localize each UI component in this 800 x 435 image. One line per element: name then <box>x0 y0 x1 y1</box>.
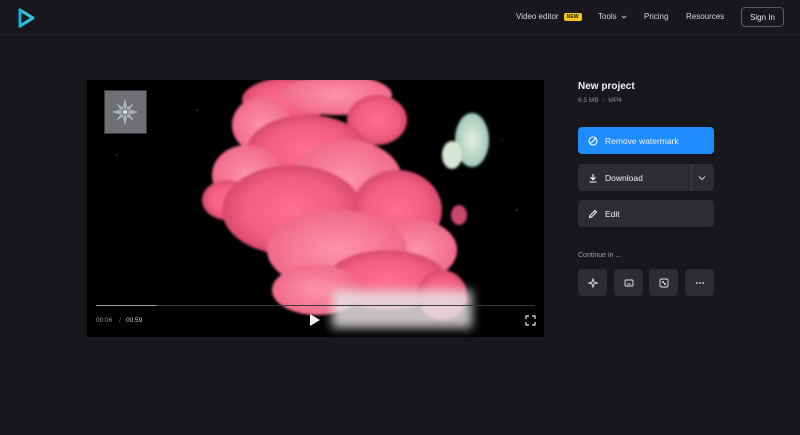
play-logo-icon[interactable] <box>16 8 36 28</box>
subtitles-icon <box>624 279 633 286</box>
pencil-icon <box>588 209 598 218</box>
progress-bar[interactable] <box>96 305 535 306</box>
nav-pricing[interactable]: Pricing <box>644 12 668 21</box>
video-frame <box>87 80 544 337</box>
nav-video-editor[interactable]: Video editor NEW <box>516 12 582 21</box>
chevron-down-icon[interactable] <box>698 174 706 182</box>
download-icon <box>589 173 597 183</box>
sign-in-button[interactable]: Sign In <box>741 7 784 27</box>
project-title: New project <box>578 81 635 92</box>
watermark-thumbnail <box>104 90 147 134</box>
project-meta: 6.5 MB / MP4 <box>578 97 622 104</box>
play-icon[interactable] <box>309 313 321 327</box>
continue-tool-subtitles[interactable] <box>614 269 643 296</box>
download-label: Download <box>605 172 643 183</box>
nav-resources-label: Resources <box>686 12 725 21</box>
more-icon <box>695 281 704 284</box>
resize-icon <box>659 278 668 287</box>
nav-tools-label: Tools <box>598 12 617 21</box>
continue-tool-sparkle[interactable] <box>578 269 607 296</box>
top-nav-bar: Video editor NEW Tools Pricing Resources… <box>0 0 800 35</box>
nav-pricing-label: Pricing <box>644 12 669 21</box>
nav-video-editor-label: Video editor <box>516 12 559 21</box>
continue-tool-more[interactable] <box>685 269 714 296</box>
succulent-image-icon <box>105 91 146 133</box>
meta-separator: / <box>602 97 605 104</box>
remove-watermark-label: Remove watermark <box>605 135 679 146</box>
download-divider <box>691 164 692 191</box>
video-player[interactable]: 00:06 / 00:59 <box>87 80 544 337</box>
edit-label: Edit <box>605 208 620 219</box>
progress-fill <box>96 305 158 306</box>
current-time: 00:06 <box>96 317 113 324</box>
remove-watermark-button[interactable]: Remove watermark <box>578 127 714 154</box>
fullscreen-icon[interactable] <box>525 315 536 326</box>
continue-tool-resize[interactable] <box>649 269 678 296</box>
prohibit-icon <box>588 135 598 146</box>
duration: 00:59 <box>126 317 143 324</box>
continue-in-label: Continue in ... <box>578 252 622 259</box>
download-button[interactable]: Download <box>578 164 714 191</box>
new-badge: NEW <box>563 12 582 21</box>
time-separator: / <box>119 317 121 324</box>
nav-resources[interactable]: Resources <box>686 12 724 21</box>
file-format: MP4 <box>608 97 622 104</box>
file-size: 6.5 MB <box>578 97 599 104</box>
chevron-down-icon <box>621 15 627 19</box>
sparkle-icon <box>587 277 598 288</box>
edit-button[interactable]: Edit <box>578 200 714 227</box>
nav-tools[interactable]: Tools <box>598 12 627 21</box>
